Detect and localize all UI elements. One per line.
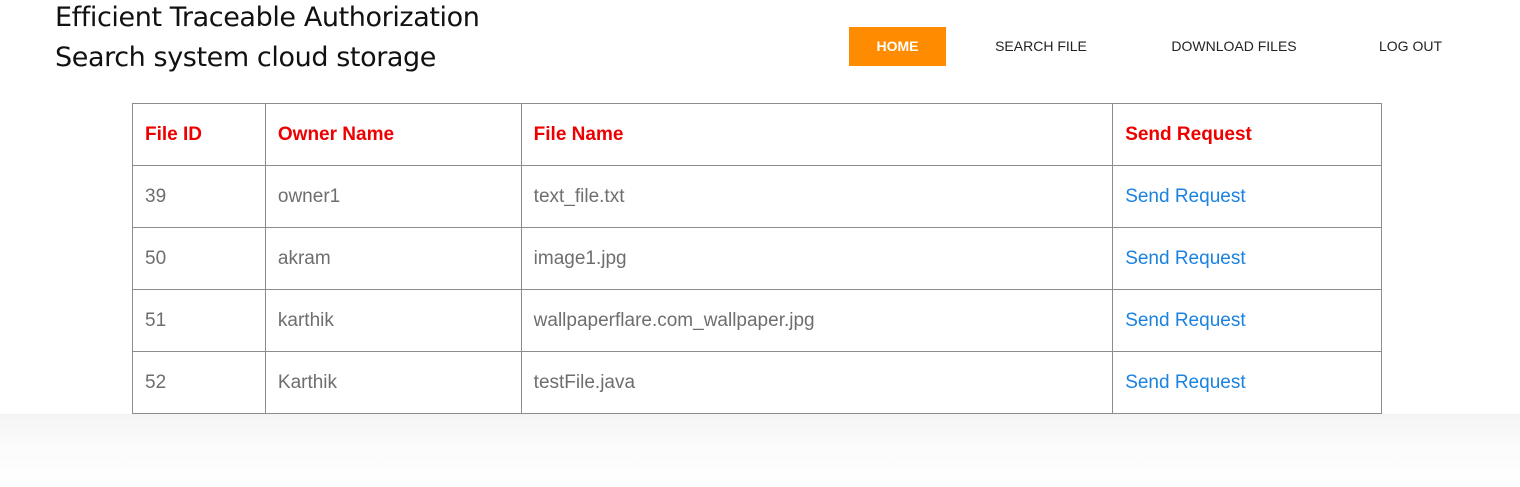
cell-owner-name: Karthik [264,351,522,414]
cell-action: Send Request [1112,165,1382,228]
table-row: 50 akram image1.jpg Send Request [132,227,1382,290]
cell-file-name: testFile.java [520,351,1114,414]
cell-owner-name: akram [264,227,522,290]
header-send-request: Send Request [1112,103,1382,166]
cell-file-id: 51 [132,289,266,352]
cell-file-id: 50 [132,227,266,290]
cell-action: Send Request [1112,289,1382,352]
table-row: 52 Karthik testFile.java Send Request [132,351,1382,414]
files-table: File ID Owner Name File Name Send Reques… [132,103,1382,414]
send-request-link[interactable]: Send Request [1125,248,1245,269]
site-title-line-2: Search system cloud storage [55,42,437,73]
send-request-link[interactable]: Send Request [1125,186,1245,207]
nav-search-file[interactable]: SEARCH FILE [975,27,1107,66]
nav-download-files[interactable]: DOWNLOAD FILES [1149,27,1319,66]
site-title-line-1: Efficient Traceable Authorization [55,2,480,33]
cell-file-name: wallpaperflare.com_wallpaper.jpg [520,289,1114,352]
cell-owner-name: owner1 [264,165,522,228]
header-owner-name: Owner Name [264,103,522,166]
page: Efficient Traceable Authorization Search… [0,0,1520,487]
table-row: 39 owner1 text_file.txt Send Request [132,165,1382,228]
table-header-row: File ID Owner Name File Name Send Reques… [132,103,1382,166]
send-request-link[interactable]: Send Request [1125,310,1245,331]
header-file-id: File ID [132,103,266,166]
cell-action: Send Request [1112,227,1382,290]
nav-home[interactable]: HOME [849,27,946,66]
cell-file-name: text_file.txt [520,165,1114,228]
cell-owner-name: karthik [264,289,522,352]
cell-file-name: image1.jpg [520,227,1114,290]
footer-band [0,414,1520,487]
cell-file-id: 52 [132,351,266,414]
table-row: 51 karthik wallpaperflare.com_wallpaper.… [132,289,1382,352]
nav-log-out[interactable]: LOG OUT [1364,27,1457,66]
header-file-name: File Name [520,103,1114,166]
send-request-link[interactable]: Send Request [1125,372,1245,393]
site-title: Efficient Traceable Authorization Search… [55,0,575,78]
cell-action: Send Request [1112,351,1382,414]
cell-file-id: 39 [132,165,266,228]
